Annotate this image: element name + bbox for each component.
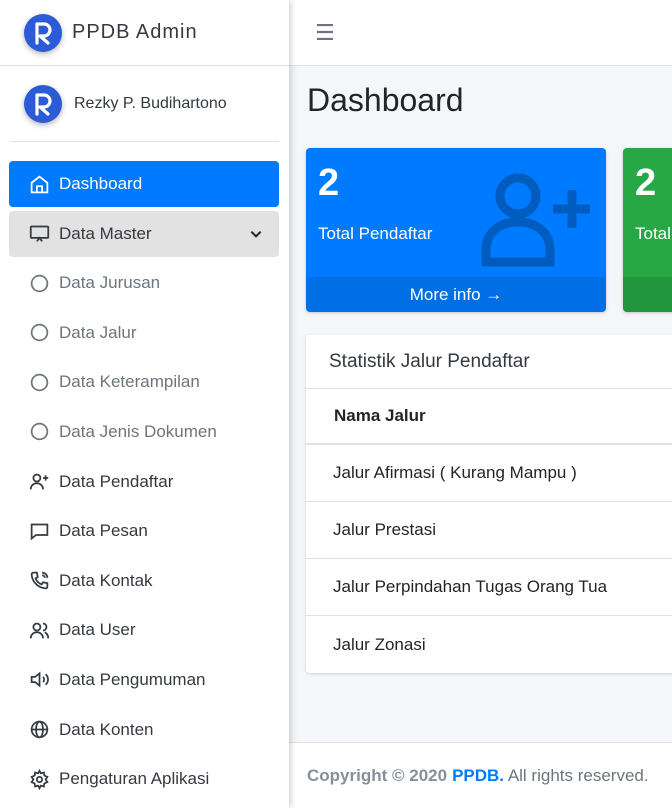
table-row: Jalur Prestasi xyxy=(306,502,672,559)
sidebar-nav: Dashboard Data Master Data Jurusan Data … xyxy=(9,161,279,806)
message-icon xyxy=(27,519,51,543)
brand-link[interactable]: PPDB Admin xyxy=(0,0,289,66)
sidebar-item-data-pendaftar[interactable]: Data Pendaftar xyxy=(9,459,279,505)
more-info-link[interactable]: More info → xyxy=(306,277,606,312)
circle-icon xyxy=(27,370,51,394)
sidebar-item-label: Data Jenis Dokumen xyxy=(59,421,217,441)
top-navbar: ☰ xyxy=(289,0,672,66)
sidebar-item-label: Data Pesan xyxy=(59,521,148,541)
sidebar-item-label: Data Pengumuman xyxy=(59,669,206,689)
card-title: Statistik Jalur Pendaftar xyxy=(306,335,672,389)
sidebar-item-data-master[interactable]: Data Master xyxy=(9,210,279,257)
sidebar-item-data-keterampilan[interactable]: Data Keterampilan xyxy=(9,359,279,405)
user-plus-icon xyxy=(480,172,590,272)
phone-icon xyxy=(27,569,51,593)
monitor-icon xyxy=(27,222,51,246)
sidebar-item-data-kontak[interactable]: Data Kontak xyxy=(9,558,279,604)
users-icon xyxy=(27,618,51,642)
chevron-down-icon xyxy=(249,226,263,246)
table-row: Jalur Afirmasi ( Kurang Mampu ) xyxy=(306,445,672,502)
sidebar-item-label: Data User xyxy=(59,620,136,640)
sidebar-item-label: Data Master xyxy=(59,223,152,243)
box-value: 2 xyxy=(318,162,340,204)
total-box: 2 Total xyxy=(623,148,672,312)
sidebar: PPDB Admin Rezky P. Budihartono Dashboar… xyxy=(0,0,289,808)
sidebar-item-label: Data Kontak xyxy=(59,570,153,590)
sidebar-item-data-jalur[interactable]: Data Jalur xyxy=(9,310,279,356)
footer-brand-link[interactable]: PPDB. xyxy=(452,766,504,786)
more-info-link[interactable] xyxy=(623,277,672,312)
box-label: Total Pendaftar xyxy=(318,224,433,243)
circle-icon xyxy=(27,420,51,444)
column-header: Nama Jalur xyxy=(306,389,672,445)
sidebar-item-label: Data Jalur xyxy=(59,322,137,342)
box-value: 2 xyxy=(635,162,657,204)
table-row: Jalur Zonasi xyxy=(333,634,426,654)
table-row: Jalur Perpindahan Tugas Orang Tua xyxy=(306,559,672,616)
sidebar-item-data-jenis-dokumen[interactable]: Data Jenis Dokumen xyxy=(9,409,279,455)
user-plus-icon xyxy=(27,470,51,494)
gear-icon xyxy=(27,767,51,791)
statistik-card: Statistik Jalur Pendaftar Nama Jalur Jal… xyxy=(306,335,672,673)
sidebar-item-data-pesan[interactable]: Data Pesan xyxy=(9,508,279,554)
page-title: Dashboard xyxy=(307,82,464,118)
copyright-text: Copyright © 2020 xyxy=(307,765,448,785)
app-logo xyxy=(24,13,62,52)
sidebar-item-label: Data Konten xyxy=(59,719,154,739)
avatar xyxy=(24,84,62,123)
user-name: Rezky P. Budihartono xyxy=(74,94,227,112)
sidebar-item-label: Dashboard xyxy=(59,174,143,193)
total-pendaftar-box: 2 Total Pendaftar More info → xyxy=(306,148,606,312)
brand-title: PPDB Admin xyxy=(72,21,198,43)
page-footer: Copyright © 2020 PPDB. All rights reserv… xyxy=(289,742,672,808)
sidebar-item-data-user[interactable]: Data User xyxy=(9,607,279,653)
home-icon xyxy=(27,172,51,196)
menu-toggle-icon[interactable]: ☰ xyxy=(315,20,335,46)
rights-text: All rights reserved. xyxy=(504,765,649,785)
sidebar-item-pengaturan-aplikasi[interactable]: Pengaturan Aplikasi xyxy=(9,756,279,802)
circle-icon xyxy=(27,321,51,345)
sidebar-item-label: Pengaturan Aplikasi xyxy=(59,769,210,789)
user-panel[interactable]: Rezky P. Budihartono xyxy=(10,66,279,142)
sidebar-item-data-jurusan[interactable]: Data Jurusan xyxy=(9,260,279,306)
sidebar-item-label: Data Jurusan xyxy=(59,273,161,293)
box-label: Total xyxy=(635,224,671,243)
speaker-icon xyxy=(27,668,51,692)
sidebar-item-data-pengumuman[interactable]: Data Pengumuman xyxy=(9,657,279,703)
sidebar-item-label: Data Pendaftar xyxy=(59,471,174,491)
sidebar-item-dashboard[interactable]: Dashboard xyxy=(9,161,279,207)
sidebar-item-label: Data Keterampilan xyxy=(59,372,200,392)
globe-icon xyxy=(27,718,51,742)
circle-icon xyxy=(27,271,51,295)
sidebar-item-data-konten[interactable]: Data Konten xyxy=(9,707,279,753)
